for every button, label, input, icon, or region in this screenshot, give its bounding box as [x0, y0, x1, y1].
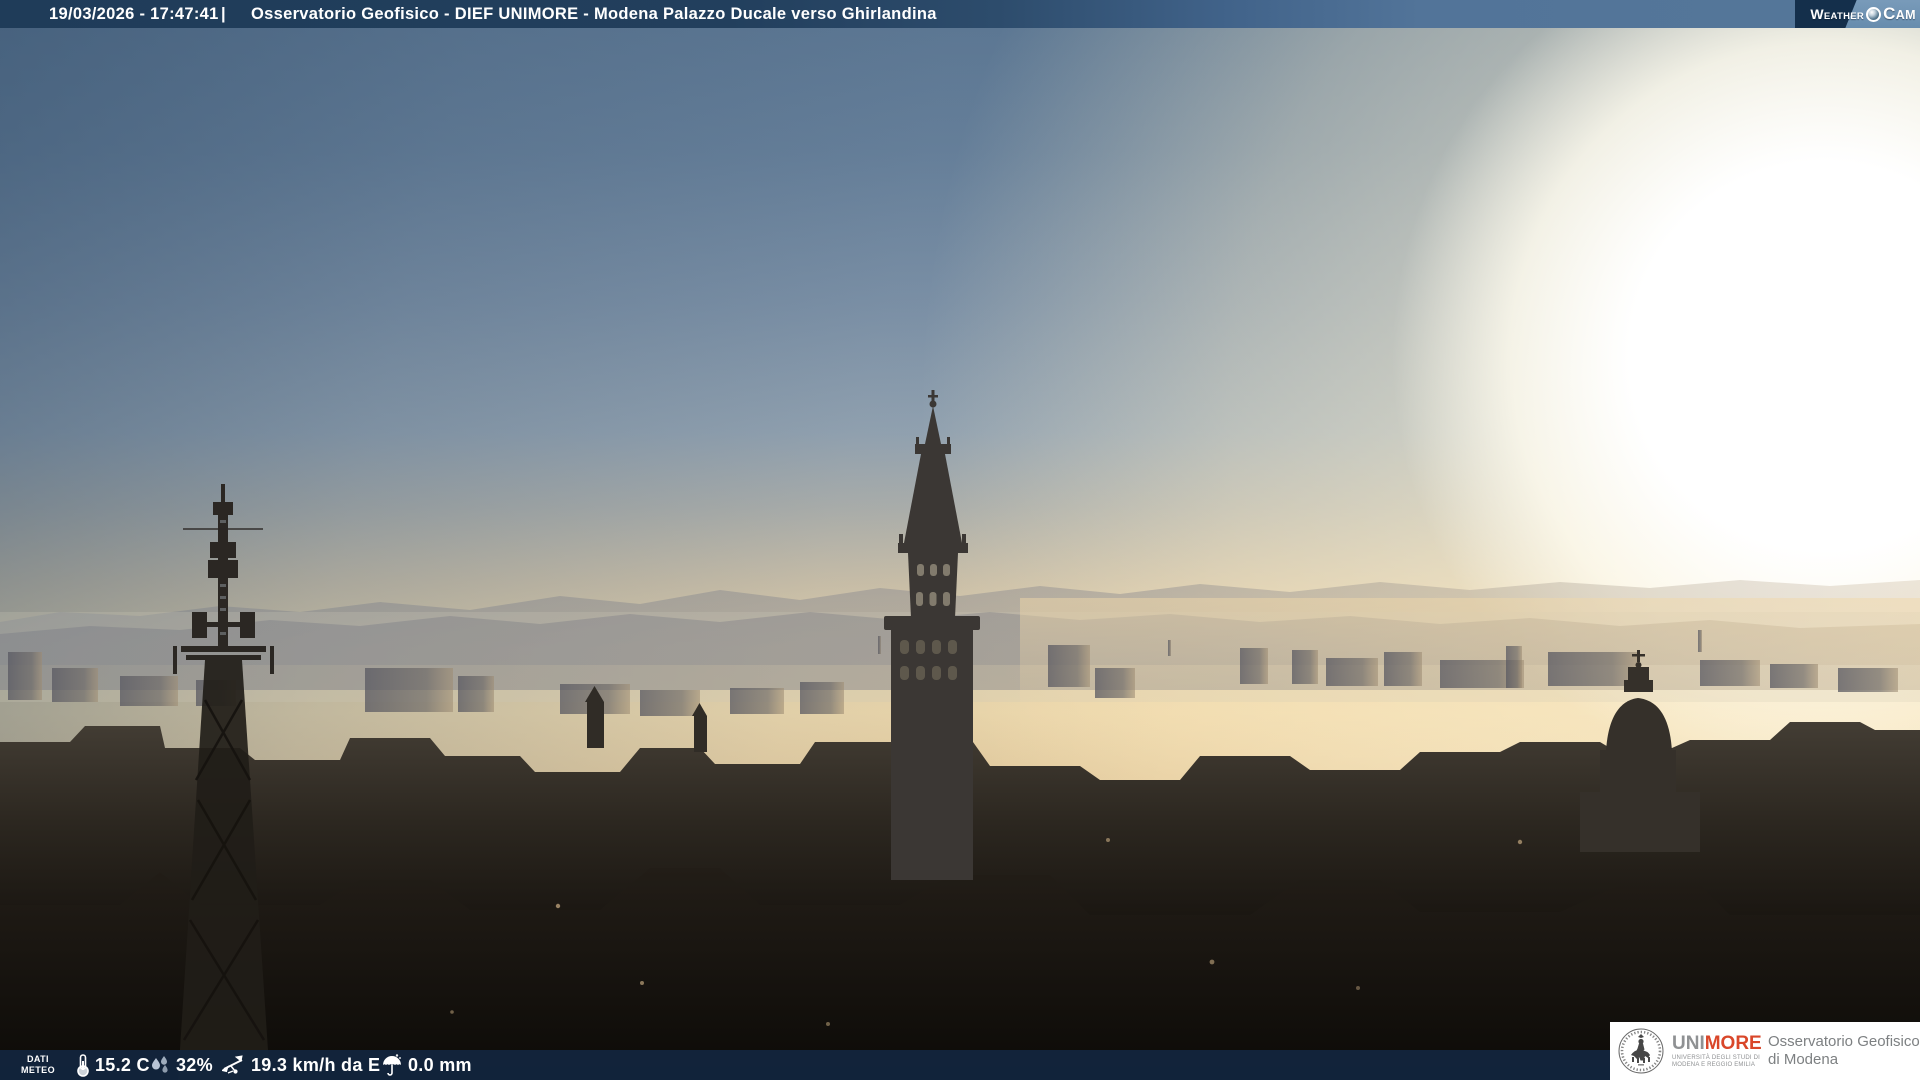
- thermometer-icon: [77, 1054, 89, 1077]
- meteo-label: DATI METEO: [20, 1054, 55, 1075]
- unimore-word-more: MORE: [1704, 1032, 1762, 1054]
- webcam-frame: 19/03/2026 - 17:47:41 | Osservatorio Geo…: [0, 0, 1920, 1080]
- camera-title: Osservatorio Geofisico - DIEF UNIMORE - …: [251, 5, 937, 23]
- meteo-bar: DATI METEO 15.2 C 32% 19.3 km/h da E 0.0…: [0, 1050, 1610, 1080]
- header-separator: |: [221, 5, 226, 23]
- temperature-reading: 15.2 C: [76, 1050, 150, 1080]
- unimore-logo: UNIMORE UNIVERSITÀ DEGLI STUDI DI MODENA…: [1672, 1032, 1762, 1069]
- ghirlandina-tower: [884, 390, 980, 880]
- university-name: UNIVERSITÀ DEGLI STUDI DI MODENA E REGGI…: [1672, 1054, 1761, 1068]
- branding-box: UNIMORE UNIVERSITÀ DEGLI STUDI DI MODENA…: [1610, 1022, 1920, 1080]
- umbrella-icon: [383, 1054, 401, 1076]
- wind-reading: 19.3 km/h da E: [222, 1050, 380, 1080]
- weathercam-word-weather: Weather: [1810, 6, 1865, 22]
- weathercam-word-cam: Cam: [1883, 4, 1916, 23]
- unimore-crest-icon: [1618, 1028, 1664, 1074]
- humidity-icon: [152, 1056, 168, 1073]
- timestamp: 19/03/2026 - 17:47:41: [49, 5, 219, 23]
- unimore-word-uni: UNI: [1672, 1032, 1705, 1054]
- humidity-reading: 32%: [149, 1050, 213, 1080]
- weathercam-globe-icon: [1866, 6, 1882, 22]
- observatory-name: Osservatorio Geofisico di Modena: [1768, 1033, 1920, 1068]
- weathercam-logo: Weather Cam: [1795, 0, 1920, 28]
- wind-vane-icon: [222, 1055, 243, 1074]
- header-bar: 19/03/2026 - 17:47:41 | Osservatorio Geo…: [0, 0, 1920, 28]
- cityscape-scene: [0, 390, 1920, 1080]
- rain-reading: 0.0 mm: [381, 1050, 472, 1080]
